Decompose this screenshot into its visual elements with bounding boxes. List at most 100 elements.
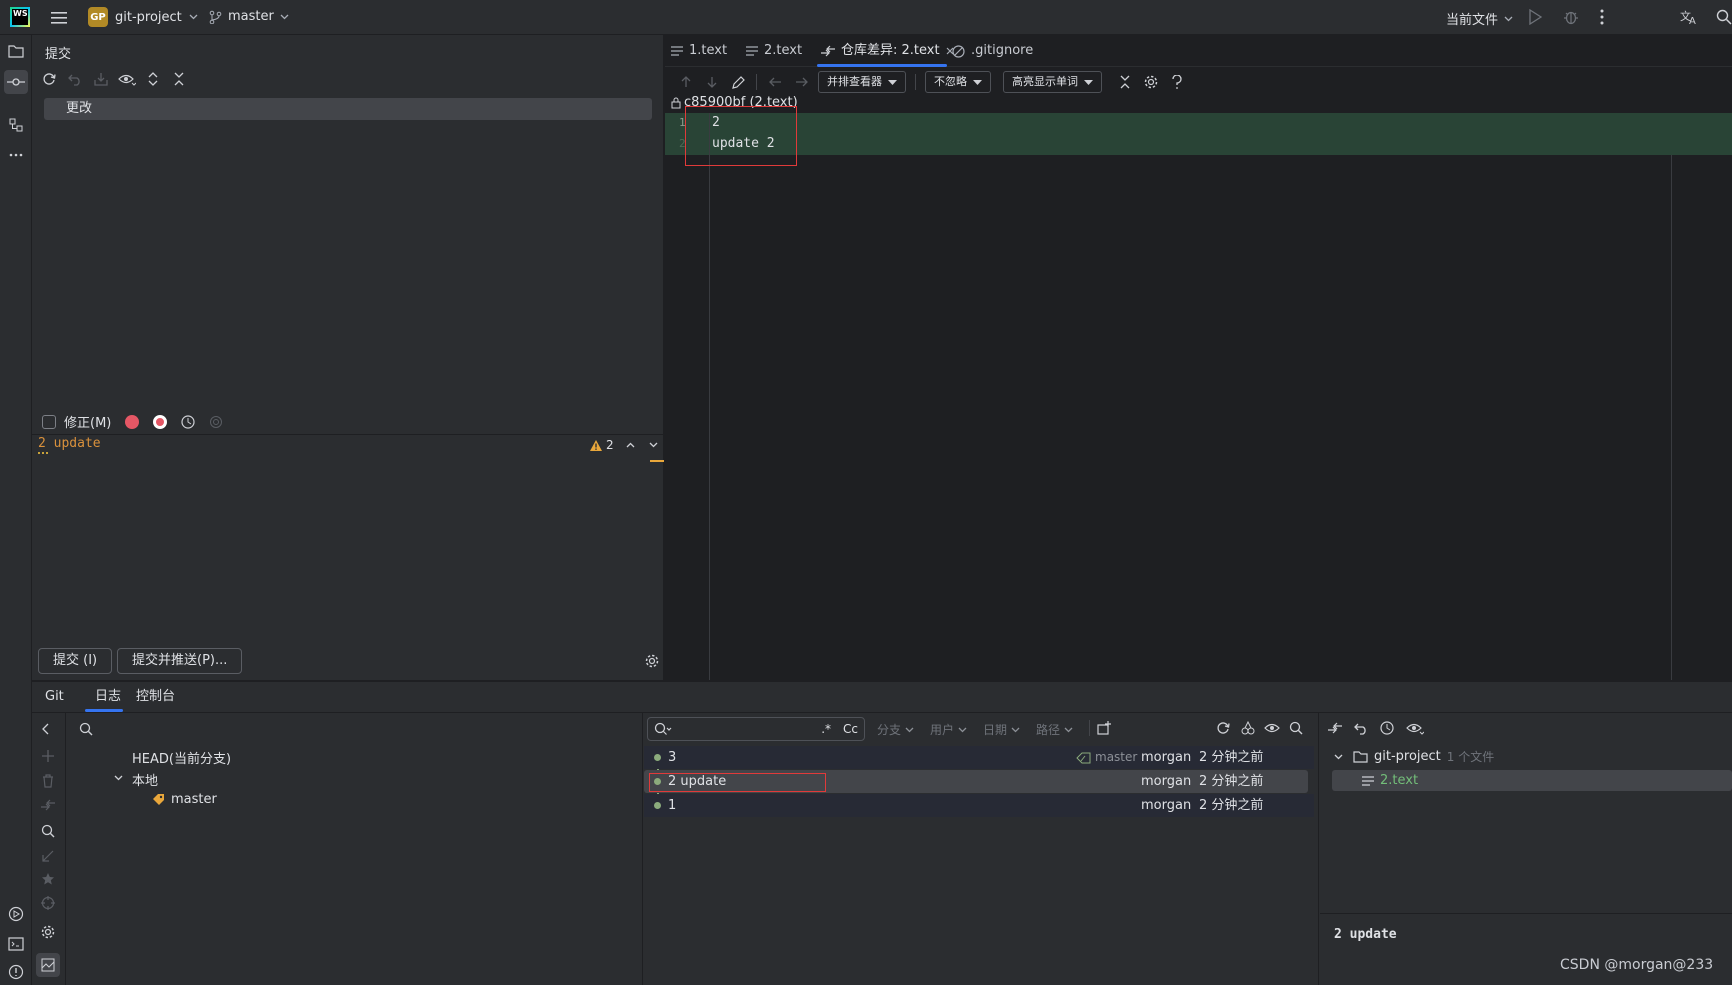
commit-row[interactable]: 1 morgan 2 分钟之前 (644, 794, 1314, 817)
commit-tool-icon[interactable] (4, 70, 28, 94)
settings-gear-icon[interactable] (40, 924, 56, 940)
crosshair-icon[interactable] (41, 896, 55, 910)
refresh-icon[interactable] (38, 68, 60, 90)
branch-ref-label: master (1076, 746, 1137, 769)
git-cleanup-icon[interactable] (125, 414, 140, 429)
added-line-highlight (665, 134, 1732, 155)
collapse-all-icon[interactable] (168, 68, 190, 90)
commit-button[interactable]: 提交 (I) (38, 648, 113, 674)
back-arrow-icon[interactable] (764, 71, 786, 93)
chevron-up-icon[interactable] (626, 442, 635, 448)
chevron-down-icon[interactable] (114, 775, 123, 781)
changes-node[interactable]: 更改 (44, 98, 652, 120)
user-filter[interactable]: 用户 (930, 721, 967, 738)
amend-checkbox[interactable] (42, 414, 56, 429)
highlight-dropdown[interactable]: 高亮显示单词 (1003, 71, 1102, 93)
chevron-left-icon[interactable] (42, 723, 50, 735)
star-icon[interactable] (41, 872, 55, 886)
details-toolbar (1328, 721, 1424, 735)
head-branch-item[interactable]: HEAD(当前分支) (132, 748, 231, 767)
commit-panel: 提交 更改 修正(M) 2 update 2 提交 (I) 提交并推送(P)..… (32, 35, 664, 680)
shelve-icon[interactable] (90, 68, 112, 90)
help-icon[interactable] (1166, 71, 1188, 93)
eye-icon[interactable] (1264, 721, 1282, 735)
refresh-icon[interactable] (1216, 721, 1230, 735)
project-tool-folder-icon[interactable] (4, 39, 28, 63)
search-icon[interactable] (41, 824, 55, 838)
more-vertical-icon[interactable] (1600, 9, 1604, 25)
git-hook-icon[interactable] (153, 414, 168, 429)
main-menu-icon[interactable] (48, 7, 70, 29)
services-icon[interactable] (4, 902, 28, 926)
compare-icon[interactable] (41, 799, 55, 811)
commit-settings-gear-icon[interactable] (644, 653, 660, 669)
cherry-pick-icon[interactable] (1241, 721, 1255, 735)
tab-label: 1.text (689, 43, 728, 58)
tab-log[interactable]: 日志 (89, 682, 127, 712)
path-filter[interactable]: 路径 (1036, 721, 1073, 738)
tab-gitignore[interactable]: .gitignore (952, 35, 1033, 67)
tab-1-text[interactable]: 1.text (671, 35, 727, 67)
log-search-input[interactable]: .* Cc (647, 717, 865, 741)
commit-message-input[interactable]: 2 update (38, 436, 101, 451)
history-clock-icon[interactable] (1380, 721, 1394, 735)
eye-icon[interactable] (116, 68, 138, 90)
chevron-down-icon[interactable] (649, 442, 658, 448)
revert-icon[interactable] (1354, 721, 1368, 735)
tab-git[interactable]: Git (45, 682, 64, 712)
tab-repo-diff[interactable]: 仓库差异: 2.text (821, 35, 954, 67)
changed-files-root[interactable]: git-project 1 个文件 (1334, 748, 1494, 765)
commit-row[interactable]: 3 master morgan 2 分钟之前 (644, 746, 1314, 769)
next-difference-icon[interactable] (701, 71, 723, 93)
branch-widget[interactable]: master (208, 9, 289, 24)
commit-details-message: 2 update (1334, 927, 1397, 942)
project-widget[interactable]: GP git-project (88, 7, 198, 27)
problems-icon[interactable] (4, 960, 28, 984)
debug-icon[interactable] (1563, 9, 1579, 25)
terminal-icon[interactable] (4, 932, 28, 956)
search-icon[interactable] (1716, 9, 1732, 25)
trash-icon[interactable] (41, 774, 55, 788)
run-config-selector[interactable]: 当前文件 (1446, 9, 1513, 28)
commit-time: 2 分钟之前 (1199, 774, 1264, 789)
spiral-icon[interactable] (209, 415, 223, 429)
plus-icon[interactable] (41, 749, 55, 763)
match-case-toggle[interactable]: Cc (843, 722, 858, 736)
commit-panel-title: 提交 (45, 47, 72, 62)
search-icon[interactable] (79, 722, 93, 736)
inspection-widget[interactable]: 2 (590, 438, 658, 452)
previous-difference-icon[interactable] (675, 71, 697, 93)
rollback-icon[interactable] (64, 68, 86, 90)
run-icon[interactable] (1528, 9, 1542, 25)
clock-icon[interactable] (181, 414, 195, 429)
date-filter[interactable]: 日期 (983, 721, 1020, 738)
translate-icon[interactable]: 文A (1680, 9, 1698, 25)
ignore-whitespace-dropdown[interactable]: 不忽略 (925, 71, 991, 93)
chevron-down-icon (189, 14, 198, 20)
structure-tool-icon[interactable] (4, 113, 28, 137)
more-tools-icon[interactable] (4, 143, 28, 167)
lock-icon (671, 97, 681, 109)
forward-arrow-icon[interactable] (790, 71, 812, 93)
update-branch-icon[interactable] (41, 849, 55, 863)
commit-and-push-button[interactable]: 提交并推送(P)... (117, 648, 243, 674)
tab-console[interactable]: 控制台 (136, 682, 175, 712)
edit-pencil-icon[interactable] (727, 71, 749, 93)
changed-file-item[interactable]: 2.text (1332, 770, 1732, 791)
git-log-tool-icon[interactable] (36, 953, 60, 977)
show-diff-icon[interactable] (1328, 722, 1342, 734)
search-icon[interactable] (1289, 721, 1303, 735)
regex-toggle[interactable]: .* (821, 722, 831, 736)
text-file-icon (746, 46, 758, 56)
branch-filter[interactable]: 分支 (877, 721, 914, 738)
viewer-dropdown[interactable]: 并排查看器 (818, 71, 906, 93)
local-branches-node[interactable]: 本地 (132, 770, 158, 789)
diff-settings-gear-icon[interactable] (1140, 71, 1162, 93)
collapse-unchanged-icon[interactable] (1114, 71, 1136, 93)
eye-icon[interactable] (1406, 721, 1424, 735)
expand-all-icon[interactable] (142, 68, 164, 90)
branch-master-item[interactable]: master (152, 792, 217, 807)
new-tab-icon[interactable] (1097, 721, 1112, 735)
tab-2-text[interactable]: 2.text (746, 35, 802, 67)
commit-log-pane: .* Cc 分支 用户 日期 路径 3 master morgan 2 分钟之前 (644, 713, 1319, 985)
